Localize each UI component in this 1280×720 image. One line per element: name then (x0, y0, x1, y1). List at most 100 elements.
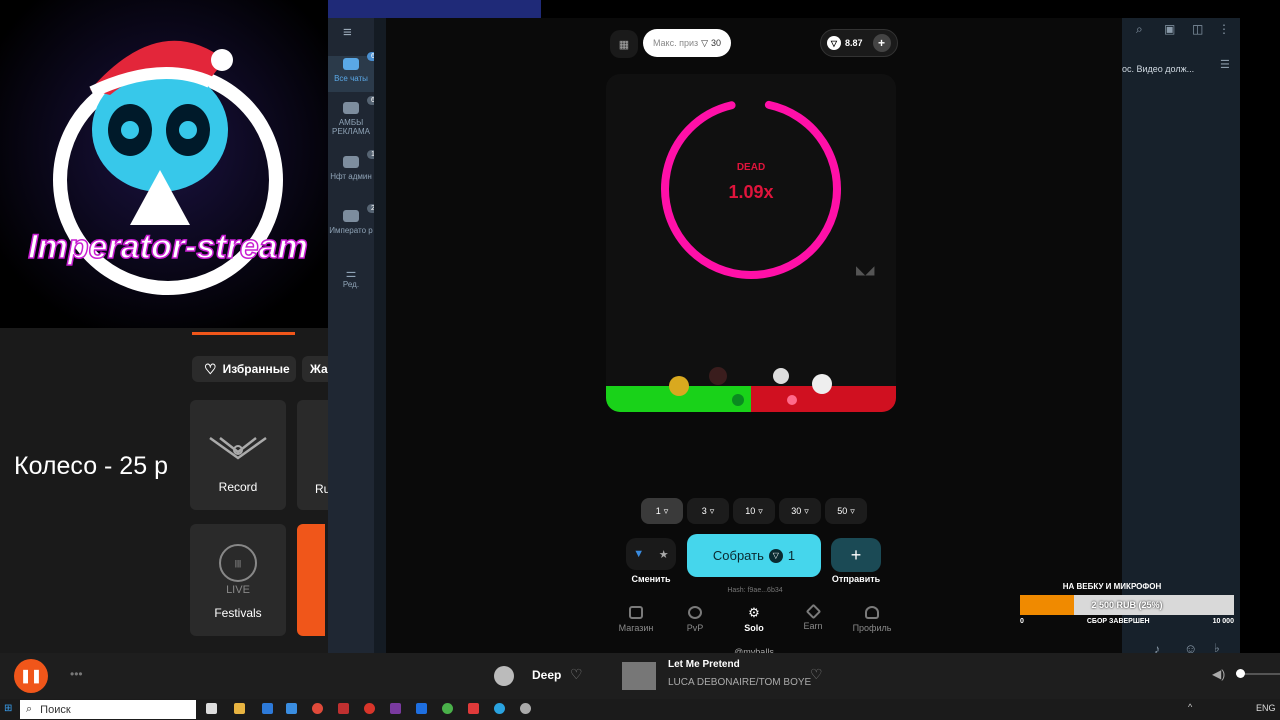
stream-logo: Imperator-stream (0, 0, 328, 328)
king-icon (669, 376, 689, 396)
profile-icon (865, 606, 879, 619)
tile-label: Festivals (214, 606, 262, 620)
shop-icon (629, 606, 643, 619)
app-icon[interactable] (286, 703, 297, 714)
app4-icon[interactable] (442, 703, 453, 714)
search-placeholder: Поиск (40, 703, 71, 716)
menu-icon[interactable]: ≡ (343, 24, 352, 41)
bet-value: 10 (745, 506, 756, 516)
nav-earn[interactable]: Earn (788, 603, 838, 631)
bet-option[interactable]: 1 ▿ (641, 498, 683, 524)
folder-all-chats[interactable]: 663 Все чаты (328, 52, 387, 92)
nav-label: Магазин (618, 623, 654, 633)
station-icon (494, 666, 514, 686)
explorer-icon[interactable] (234, 703, 245, 714)
add-balance-button[interactable]: + (872, 34, 891, 52)
opera-icon[interactable] (364, 703, 375, 714)
voice-chat-icon[interactable]: ▣ (1164, 22, 1175, 36)
folder-label: Императо р (329, 226, 373, 235)
nav-label: PvP (686, 623, 704, 633)
folder-ambs[interactable]: 6 АМБЫ РЕКЛАМА (328, 96, 379, 136)
donation-status: СБОР ЗАВЕРШЕН (1086, 618, 1150, 625)
sidebar-toggle-icon[interactable]: ◫ (1192, 22, 1203, 36)
nav-pvp[interactable]: PvP (670, 606, 720, 633)
live-text: LIVE (226, 584, 250, 596)
taskbar-search-input[interactable]: ⌕ Поиск (20, 700, 196, 719)
radio-player-bar: ❚❚ ••• Deep ♡ Let Me Pretend LUCA DEBONA… (0, 653, 1280, 699)
app2-icon[interactable] (390, 703, 401, 714)
station-tile-festivals[interactable]: ||| LIVE Festivals (190, 524, 286, 636)
pause-button[interactable]: ❚❚ (14, 659, 48, 693)
chat-list-edge (374, 18, 386, 663)
wings-icon: ◣◢ (856, 263, 875, 277)
telegram-icon[interactable] (494, 703, 505, 714)
mail-icon[interactable] (262, 703, 273, 714)
max-prize-pill: Макс. приз ▽ 30 (643, 29, 731, 57)
more-options-icon[interactable]: ••• (70, 667, 83, 681)
windows-start-icon[interactable]: ⊞ (4, 703, 12, 714)
tray-expand-icon[interactable]: ^ (1188, 702, 1192, 712)
volume-icon[interactable]: ◀) (1212, 667, 1225, 681)
pinned-list-icon[interactable]: ☰ (1220, 58, 1230, 71)
balance-value: 8.87 (845, 38, 863, 48)
task-view-icon[interactable] (206, 703, 217, 714)
max-prize-value: 30 (711, 38, 722, 48)
folder-label: Все чаты (334, 74, 368, 83)
nav-profile[interactable]: Профиль (847, 606, 897, 633)
diamond-icon: ▿ (663, 505, 669, 516)
bet-option[interactable]: 10 ▿ (733, 498, 775, 524)
folder-label: АМБЫ РЕКЛАМА (332, 118, 370, 136)
app3-icon[interactable] (416, 703, 427, 714)
sliders-icon: ⚌ (345, 266, 357, 280)
station-tile-record[interactable]: Record (190, 400, 286, 510)
bet-option[interactable]: 30 ▿ (779, 498, 821, 524)
folder-edit[interactable]: ⚌ Ред. (328, 266, 374, 289)
filter-button[interactable]: Жа (302, 356, 330, 382)
send-label: Отправить (831, 574, 881, 584)
send-button[interactable]: + (831, 538, 881, 572)
bet-value: 1 (655, 506, 661, 516)
search-icon[interactable]: ⌕ (1136, 22, 1143, 37)
bet-option[interactable]: 3 ▿ (687, 498, 729, 524)
nav-solo[interactable]: ⚙ Solo (729, 606, 779, 633)
donation-min: 0 (1020, 618, 1024, 625)
input-language[interactable]: ENG (1256, 703, 1276, 713)
favorite-station-icon[interactable]: ♡ (570, 666, 583, 683)
favorite-track-icon[interactable]: ♡ (810, 666, 823, 683)
volume-knob[interactable] (1236, 669, 1245, 678)
bet-option[interactable]: 50 ▿ (825, 498, 867, 524)
obs-icon[interactable] (520, 703, 531, 714)
pinned-message-preview[interactable]: ос. Видео долж... (1122, 64, 1222, 74)
switch-currency-button[interactable]: ▼ ★ (626, 538, 676, 570)
more-icon[interactable]: ⋮ (1218, 22, 1230, 36)
station-tile-orange[interactable] (297, 524, 325, 636)
bet-value: 3 (701, 506, 707, 516)
nav-shop[interactable]: Магазин (611, 606, 661, 633)
chrome-icon[interactable] (312, 703, 323, 714)
diamond-icon: ▽ (701, 37, 709, 48)
favorites-button[interactable]: ♡ Избранные (192, 356, 296, 382)
diamond-icon: ▿ (758, 505, 763, 516)
yandex-browser-icon[interactable] (468, 703, 479, 714)
diamond-icon: ▿ (804, 505, 809, 516)
earn-icon (805, 603, 821, 620)
diamond-icon: ▽ (827, 36, 841, 50)
station-tile-ru[interactable]: Ru (297, 400, 330, 510)
folder-nft-admin[interactable]: 12 Нфт админ (328, 150, 383, 181)
calendar-icon[interactable]: ▦ (610, 30, 638, 58)
windows-taskbar: ⊞ ⌕ Поиск ^ ENG (0, 699, 1280, 720)
switch-label: Сменить (631, 574, 671, 584)
live-icon: ||| (219, 544, 257, 582)
star-icon: ★ (658, 548, 669, 561)
hash-label: Hash: f9ae...6b34 (727, 587, 783, 594)
bet-value: 50 (837, 506, 848, 516)
folder-imperator[interactable]: 2 Императо р (328, 204, 379, 235)
chat-bubble-icon: 663 (343, 52, 387, 70)
logo-text: Imperator-stream (28, 228, 308, 266)
game-status: DEAD (737, 162, 765, 173)
yandex-icon[interactable] (338, 703, 349, 714)
favorites-label: Избранные (222, 362, 290, 376)
collect-button[interactable]: Собрать ▽ 1 (687, 534, 821, 577)
telegram-chat-header: ⌕ ▣ ◫ ⋮ ос. Видео долж... ☰ (1122, 18, 1240, 663)
skull-crossbones-icon (773, 368, 789, 384)
